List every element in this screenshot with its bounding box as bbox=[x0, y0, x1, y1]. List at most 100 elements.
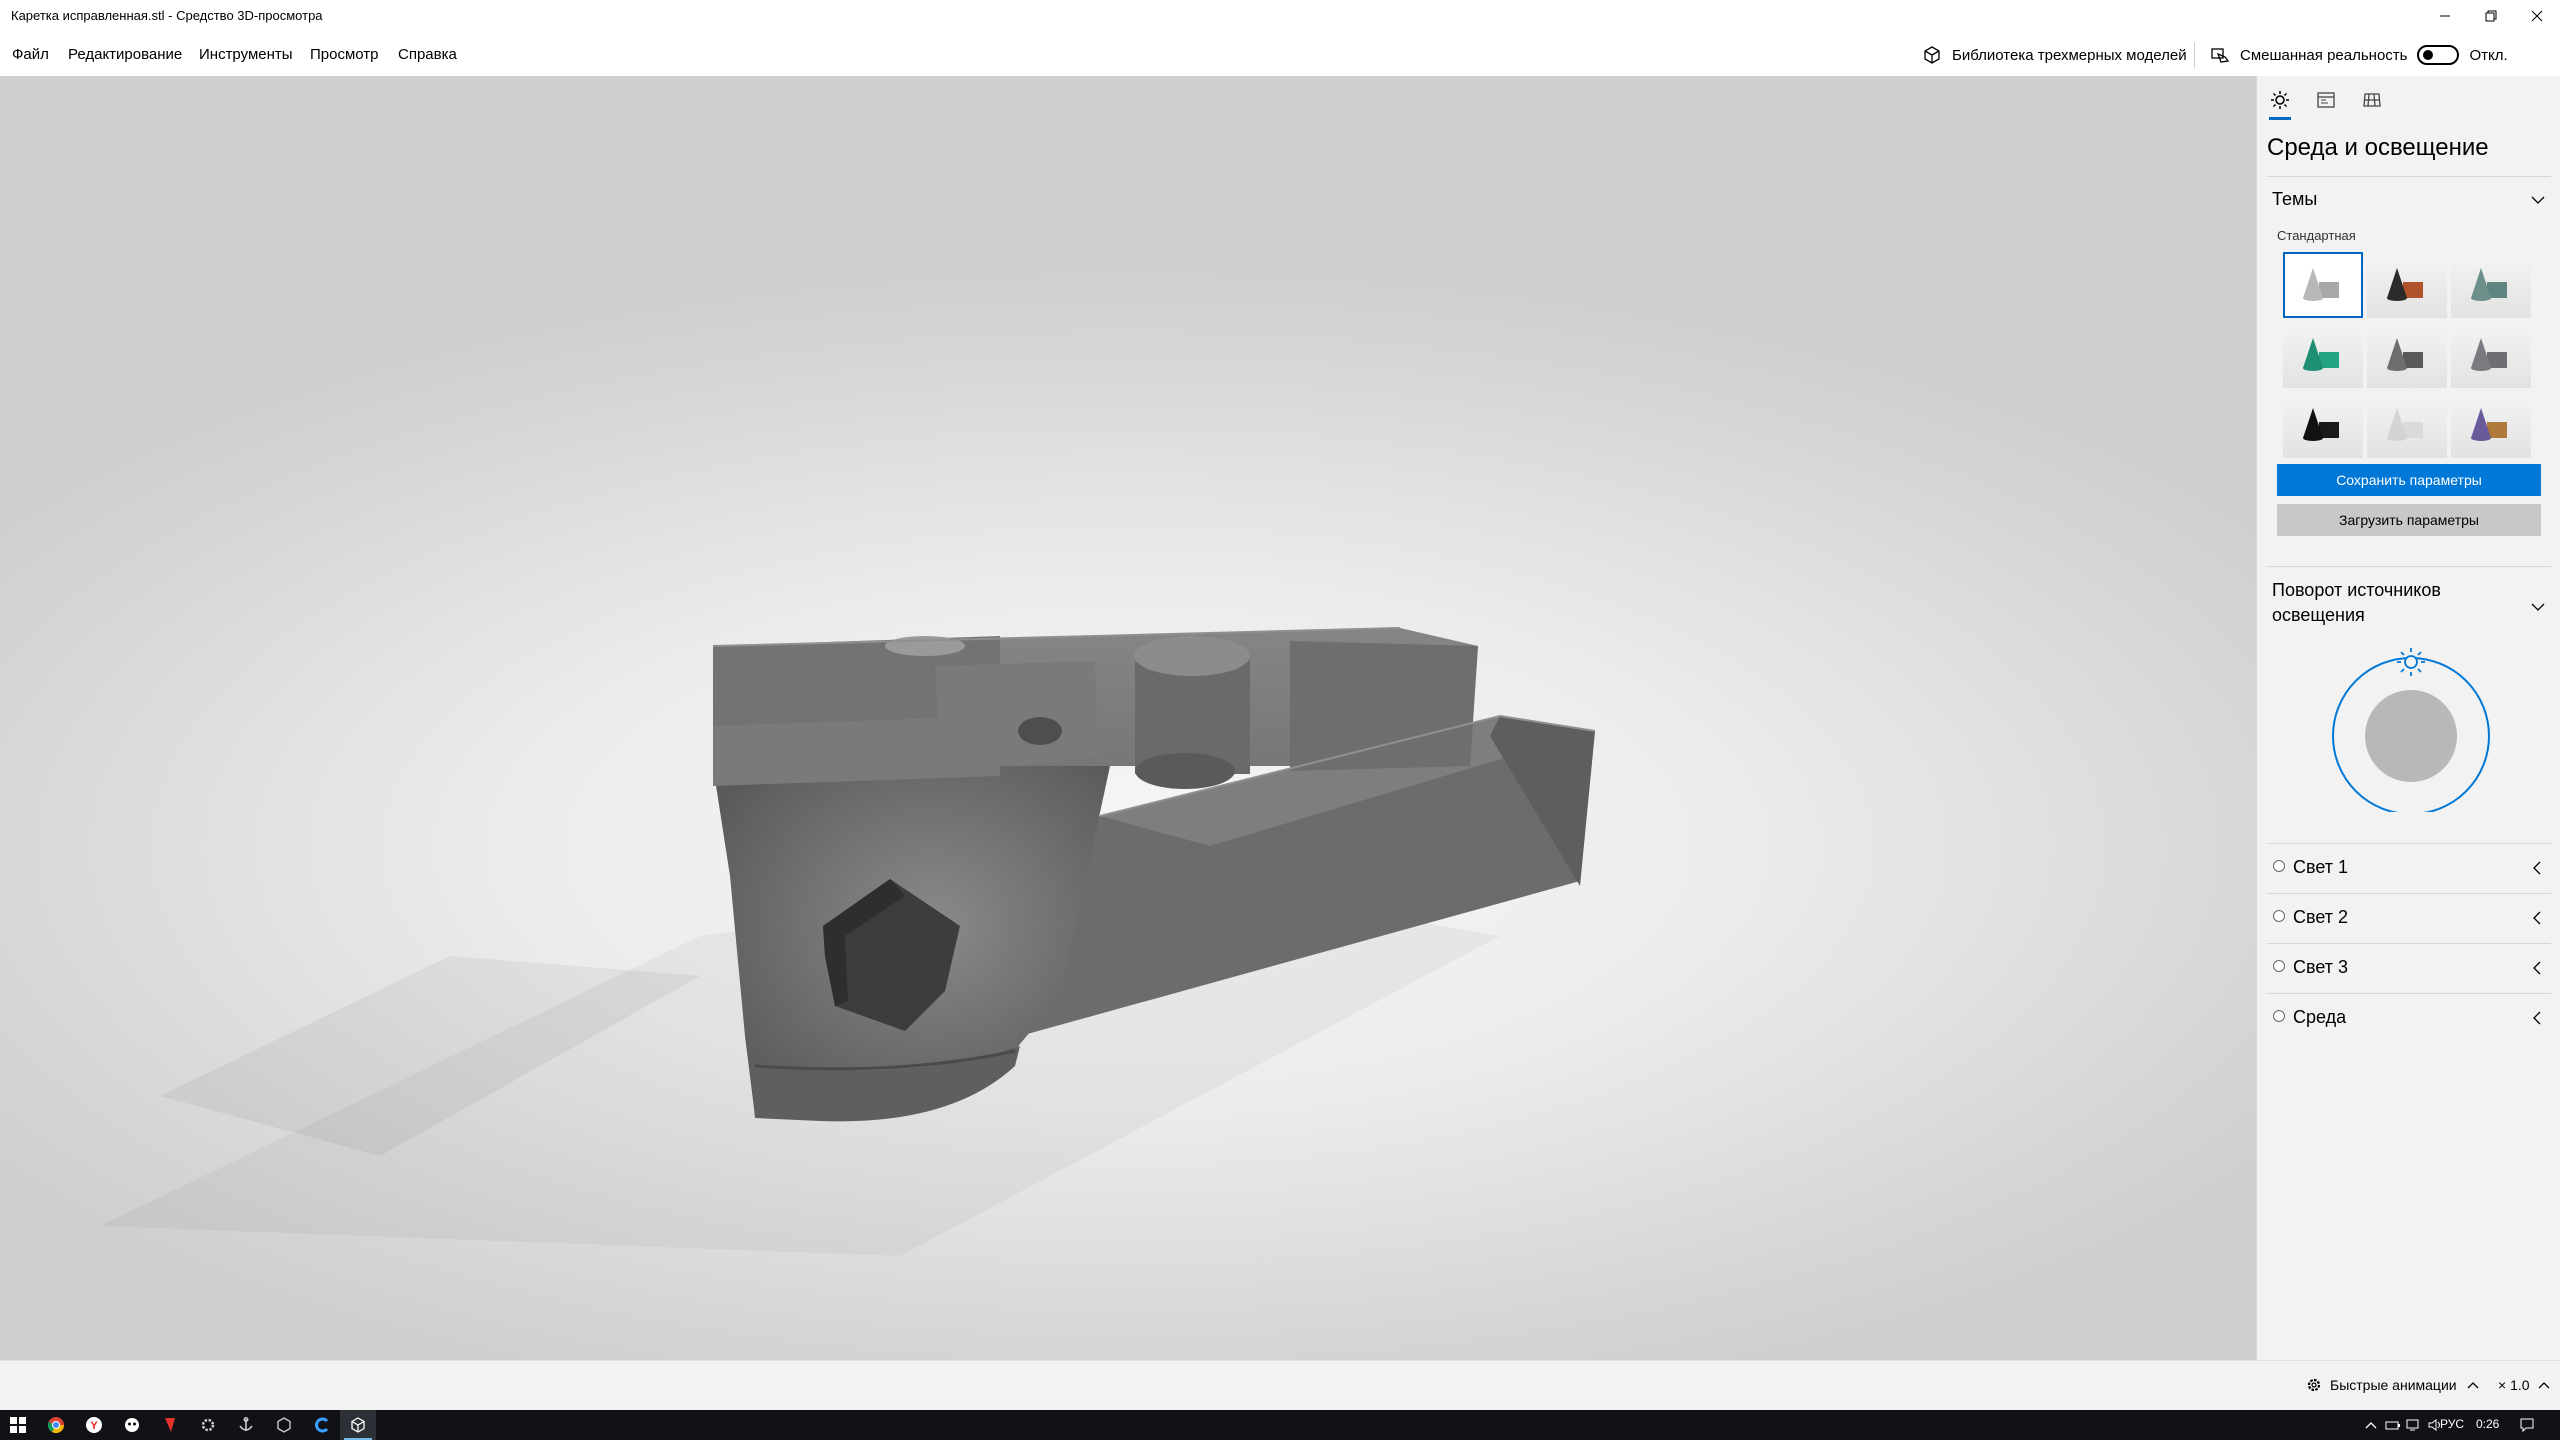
chevron-up-icon bbox=[2467, 1382, 2479, 1389]
title-bar: Каретка исправленная.stl - Средство 3D-п… bbox=[0, 0, 2560, 32]
animations-button[interactable]: Быстрые анимации bbox=[2306, 1377, 2481, 1393]
chevron-left-icon bbox=[2533, 911, 2541, 925]
mixed-reality-toggle[interactable] bbox=[2417, 45, 2460, 65]
light-1-label: Свет 1 bbox=[2293, 857, 2349, 877]
chevron-down-icon[interactable] bbox=[2530, 599, 2546, 615]
divider bbox=[2267, 176, 2551, 177]
chevron-down-icon[interactable] bbox=[2530, 192, 2546, 208]
theme-copper[interactable] bbox=[2367, 252, 2447, 318]
tab-grid[interactable] bbox=[2359, 86, 2385, 120]
taskbar-3d-viewer[interactable] bbox=[340, 1410, 376, 1440]
3d-library-button[interactable]: Библиотека трехмерных моделей bbox=[1922, 43, 2187, 67]
app-icon bbox=[125, 1418, 139, 1432]
theme-preview-icon bbox=[2387, 338, 2423, 371]
svg-text:Y: Y bbox=[90, 1420, 98, 1432]
3d-viewport[interactable] bbox=[0, 76, 2256, 1360]
light-row-1[interactable]: Свет 1 bbox=[2267, 844, 2551, 894]
close-icon bbox=[2531, 10, 2543, 22]
theme-preview-icon bbox=[2471, 408, 2507, 441]
3d-viewer-icon bbox=[351, 1417, 365, 1433]
menu-file[interactable]: Файл bbox=[12, 46, 49, 63]
taskbar: Y РУС 0:26 bbox=[0, 1410, 2560, 1440]
menu-divider bbox=[2194, 42, 2195, 68]
minimize-button[interactable] bbox=[2422, 0, 2468, 32]
chevron-left-icon bbox=[2533, 1011, 2541, 1025]
theme-gold-purple[interactable] bbox=[2451, 392, 2531, 458]
panel-title: Среда и освещение bbox=[2267, 134, 2489, 161]
yandex-icon: Y bbox=[86, 1417, 102, 1433]
taskbar-adobe[interactable] bbox=[152, 1410, 188, 1440]
network-icon[interactable] bbox=[2404, 1416, 2422, 1434]
theme-slate[interactable] bbox=[2451, 322, 2531, 388]
theme-preview-icon bbox=[2303, 268, 2339, 301]
grid-icon bbox=[2363, 93, 2381, 107]
mixed-reality-state: Откл. bbox=[2469, 46, 2508, 64]
chevron-left-icon bbox=[2533, 961, 2541, 975]
close-button[interactable] bbox=[2514, 0, 2560, 32]
model-render bbox=[100, 627, 1596, 1256]
light-3-radio[interactable] bbox=[2273, 960, 2285, 972]
light-handle-icon[interactable] bbox=[2397, 648, 2425, 676]
chevron-up-icon[interactable] bbox=[2362, 1416, 2380, 1434]
minimize-icon bbox=[2440, 15, 2450, 17]
theme-preview-icon bbox=[2471, 338, 2507, 371]
light-rotation-dial[interactable] bbox=[2329, 648, 2493, 812]
theme-teal-gray[interactable] bbox=[2451, 252, 2531, 318]
restore-button[interactable] bbox=[2468, 0, 2514, 32]
theme-light[interactable] bbox=[2367, 392, 2447, 458]
window-title: Каретка исправленная.stl - Средство 3D-п… bbox=[11, 8, 323, 23]
theme-green[interactable] bbox=[2283, 322, 2363, 388]
theme-standard[interactable] bbox=[2283, 252, 2363, 318]
light-3-label: Свет 3 bbox=[2293, 957, 2349, 977]
start-button[interactable] bbox=[0, 1410, 36, 1440]
anchor-icon bbox=[239, 1417, 253, 1431]
sun-icon bbox=[2271, 91, 2289, 109]
theme-preview-icon bbox=[2387, 408, 2423, 441]
save-settings-button[interactable]: Сохранить параметры bbox=[2277, 464, 2541, 496]
theme-preview-icon bbox=[2303, 338, 2339, 371]
light-rotation-header[interactable]: Поворот источников освещения bbox=[2272, 578, 2492, 628]
taskbar-anchor[interactable] bbox=[228, 1410, 264, 1440]
taskbar-settings-app[interactable] bbox=[190, 1410, 226, 1440]
battery-icon[interactable] bbox=[2384, 1416, 2402, 1434]
taskbar-cube-app[interactable] bbox=[266, 1410, 302, 1440]
language-indicator[interactable]: РУС bbox=[2440, 1417, 2464, 1431]
menu-view[interactable]: Просмотр bbox=[310, 46, 379, 63]
taskbar-yandex[interactable]: Y bbox=[76, 1410, 112, 1440]
clock[interactable]: 0:26 bbox=[2476, 1417, 2499, 1431]
light-2-label: Свет 2 bbox=[2293, 907, 2349, 927]
tab-environment[interactable] bbox=[2267, 86, 2293, 120]
menu-help[interactable]: Справка bbox=[398, 46, 457, 63]
load-settings-button[interactable]: Загрузить параметры bbox=[2277, 504, 2541, 536]
theme-preview-icon bbox=[2303, 408, 2339, 441]
speed-label: × 1.0 bbox=[2498, 1377, 2530, 1393]
mixed-reality-button[interactable]: Смешанная реальность Откл. bbox=[2210, 43, 2508, 67]
menu-tools[interactable]: Инструменты bbox=[199, 46, 293, 63]
taskbar-ccleaner[interactable] bbox=[304, 1410, 340, 1440]
tab-statistics[interactable] bbox=[2313, 86, 2339, 120]
taskbar-app[interactable] bbox=[114, 1410, 150, 1440]
divider bbox=[2267, 566, 2551, 567]
light-1-radio[interactable] bbox=[2273, 860, 2285, 872]
environment-label: Среда bbox=[2293, 1007, 2347, 1027]
panel-tabs bbox=[2267, 86, 2385, 120]
environment-row[interactable]: Среда bbox=[2267, 994, 2551, 1044]
animations-label: Быстрые анимации bbox=[2330, 1377, 2457, 1393]
light-row-2[interactable]: Свет 2 bbox=[2267, 894, 2551, 944]
mixed-reality-label: Смешанная реальность bbox=[2240, 46, 2408, 64]
speed-selector[interactable]: × 1.0 bbox=[2498, 1377, 2552, 1393]
theme-black[interactable] bbox=[2283, 392, 2363, 458]
gear-icon bbox=[2307, 1378, 2321, 1392]
ccleaner-icon bbox=[315, 1417, 329, 1433]
taskbar-chrome[interactable] bbox=[38, 1410, 74, 1440]
themes-subcaption: Стандартная bbox=[2277, 228, 2356, 243]
themes-header[interactable]: Темы bbox=[2272, 189, 2317, 210]
environment-panel: Среда и освещение Темы Стандартная Сохра… bbox=[2256, 76, 2560, 1360]
theme-dark-gray[interactable] bbox=[2367, 322, 2447, 388]
light-2-radio[interactable] bbox=[2273, 910, 2285, 922]
notifications-icon[interactable] bbox=[2518, 1416, 2536, 1434]
environment-radio[interactable] bbox=[2273, 1010, 2285, 1022]
light-row-3[interactable]: Свет 3 bbox=[2267, 944, 2551, 994]
menu-edit[interactable]: Редактирование bbox=[68, 46, 182, 63]
theme-preview-icon bbox=[2387, 268, 2423, 301]
